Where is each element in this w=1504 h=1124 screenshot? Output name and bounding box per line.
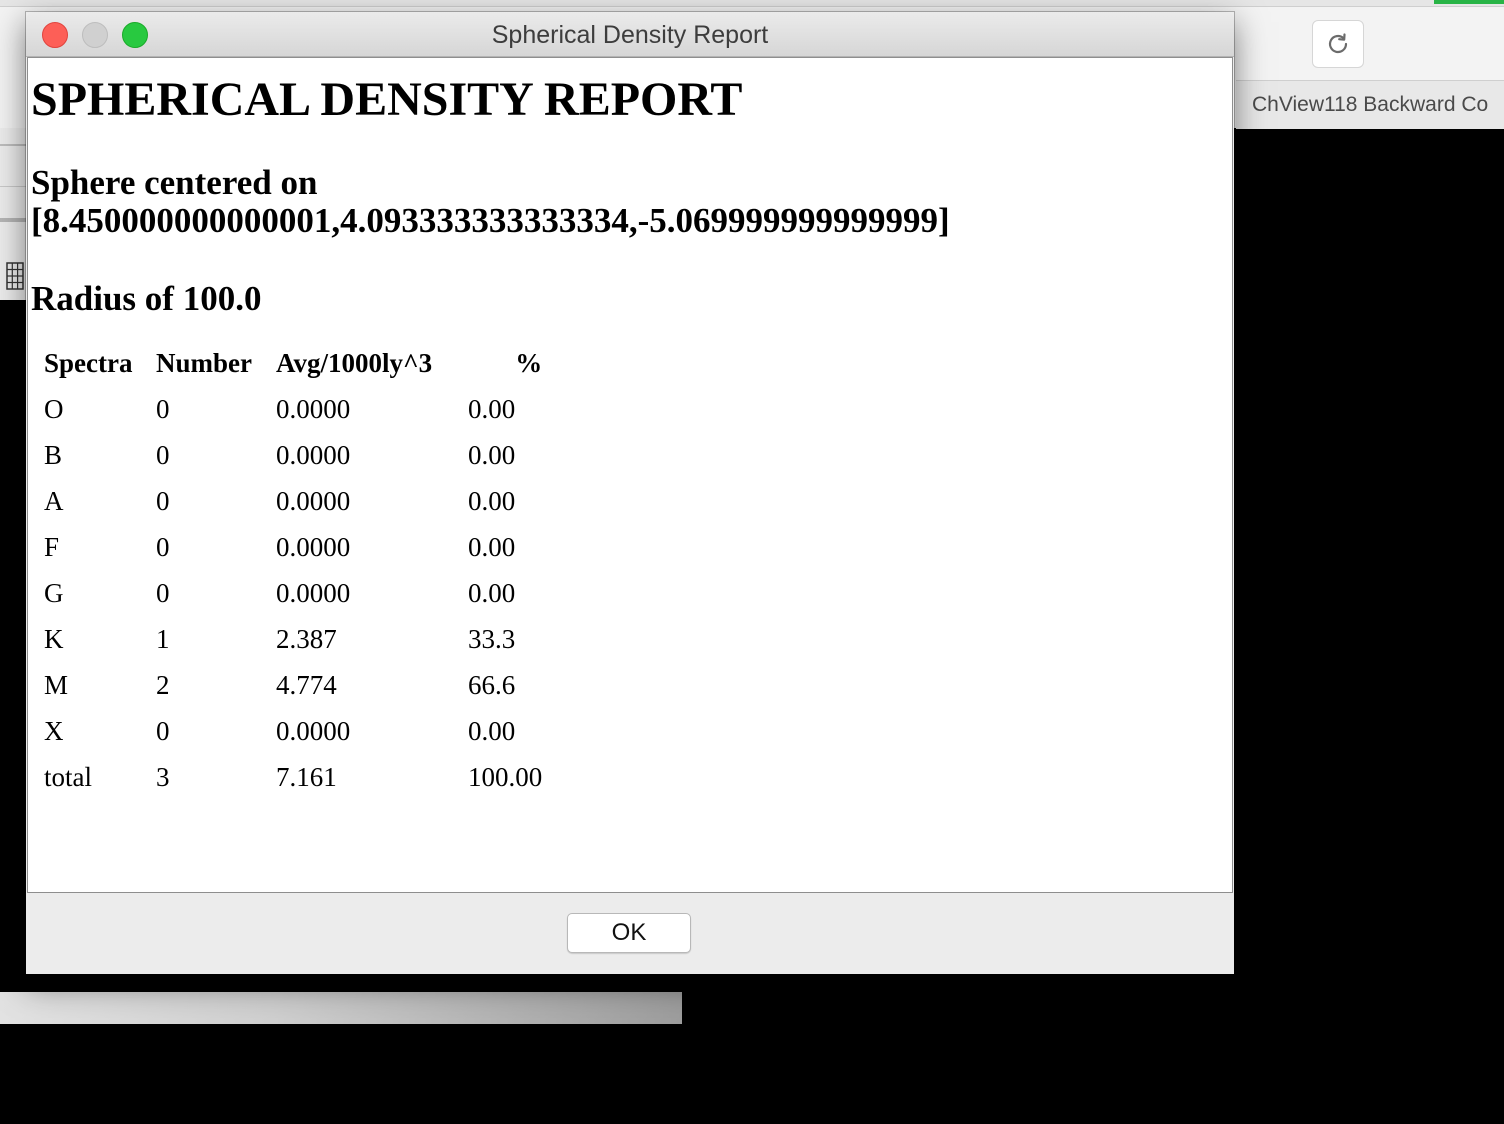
spectra-cell: B <box>44 439 63 470</box>
table-row: M 2 4.774 66.6 <box>40 662 546 708</box>
report-title: SPHERICAL DENSITY REPORT <box>31 73 743 126</box>
percent-cell: 0.00 <box>468 531 516 562</box>
grid-icon[interactable] <box>6 262 24 290</box>
divider <box>0 186 26 187</box>
table-row: A 0 0.0000 0.00 <box>40 478 546 524</box>
percent-cell: 33.3 <box>468 623 516 654</box>
percent-cell: 100.00 <box>468 761 543 792</box>
number-cell: 0 <box>156 531 170 562</box>
percent-cell: 0.00 <box>468 439 516 470</box>
table-row: F 0 0.0000 0.00 <box>40 524 546 570</box>
avg-cell: 0.0000 <box>276 439 351 470</box>
sphere-center-label: Sphere centered on <box>31 163 318 202</box>
percent-cell: 66.6 <box>468 669 516 700</box>
spectra-cell: F <box>44 531 60 562</box>
window-title: Spherical Density Report <box>491 21 769 49</box>
table-row-total: total 3 7.161 100.00 <box>40 754 546 800</box>
percent-cell: 0.00 <box>468 577 516 608</box>
number-cell: 3 <box>156 761 170 792</box>
background-left-panel <box>0 128 26 300</box>
divider <box>0 218 26 222</box>
number-cell: 0 <box>156 577 170 608</box>
background-scrollbar[interactable] <box>0 992 682 1024</box>
avg-cell: 4.774 <box>276 669 337 700</box>
spectra-cell: A <box>44 485 64 516</box>
table-row: O 0 0.0000 0.00 <box>40 386 546 432</box>
divider <box>0 144 26 146</box>
sphere-center-coordinates: [8.450000000000001,4.093333333333334,-5.… <box>31 201 950 240</box>
avg-cell: 7.161 <box>276 761 337 792</box>
avg-cell: 0.0000 <box>276 715 351 746</box>
background-tab[interactable]: ChView118 Backward Co <box>1236 80 1504 129</box>
number-cell: 0 <box>156 393 170 424</box>
table-row: X 0 0.0000 0.00 <box>40 708 546 754</box>
table-row: K 1 2.387 33.3 <box>40 616 546 662</box>
spectra-cell: K <box>44 623 64 654</box>
spectra-cell: total <box>44 761 92 792</box>
report-content: SPHERICAL DENSITY REPORT Sphere centered… <box>27 57 1233 893</box>
avg-cell: 0.0000 <box>276 485 351 516</box>
percent-cell: 0.00 <box>468 393 516 424</box>
spectra-cell: O <box>44 393 64 424</box>
number-cell: 0 <box>156 439 170 470</box>
background-tab-label: ChView118 Backward Co <box>1252 93 1489 116</box>
number-cell: 1 <box>156 623 170 654</box>
percent-cell: 0.00 <box>468 715 516 746</box>
column-header-number: Number <box>156 347 252 378</box>
avg-cell: 0.0000 <box>276 393 351 424</box>
column-header-avg: Avg/1000ly^3 <box>276 347 433 378</box>
window-titlebar[interactable]: Spherical Density Report <box>26 12 1234 57</box>
table-row: G 0 0.0000 0.00 <box>40 570 546 616</box>
table-row: B 0 0.0000 0.00 <box>40 432 546 478</box>
spectra-cell: G <box>44 577 64 608</box>
number-cell: 0 <box>156 485 170 516</box>
avg-cell: 2.387 <box>276 623 337 654</box>
table-header-row: Spectra Number Avg/1000ly^3 % <box>40 340 546 386</box>
density-report-dialog: Spherical Density Report SPHERICAL DENSI… <box>26 12 1234 974</box>
background-accent-strip <box>1434 0 1504 4</box>
avg-cell: 0.0000 <box>276 577 351 608</box>
number-cell: 2 <box>156 669 170 700</box>
column-header-percent: % <box>515 347 543 378</box>
reload-button[interactable] <box>1312 20 1364 68</box>
number-cell: 0 <box>156 715 170 746</box>
percent-cell: 0.00 <box>468 485 516 516</box>
ok-button[interactable]: OK <box>567 913 691 953</box>
spectra-cell: X <box>44 715 64 746</box>
radius-text: Radius of 100.0 <box>31 279 262 318</box>
density-table: Spectra Number Avg/1000ly^3 % O 0 0.0000… <box>36 340 550 800</box>
reload-icon <box>1328 33 1348 54</box>
spectra-cell: M <box>44 669 69 700</box>
background-top-strip <box>0 0 1504 7</box>
avg-cell: 0.0000 <box>276 531 351 562</box>
dialog-button-bar: OK <box>26 893 1234 974</box>
column-header-spectra: Spectra <box>44 347 133 378</box>
